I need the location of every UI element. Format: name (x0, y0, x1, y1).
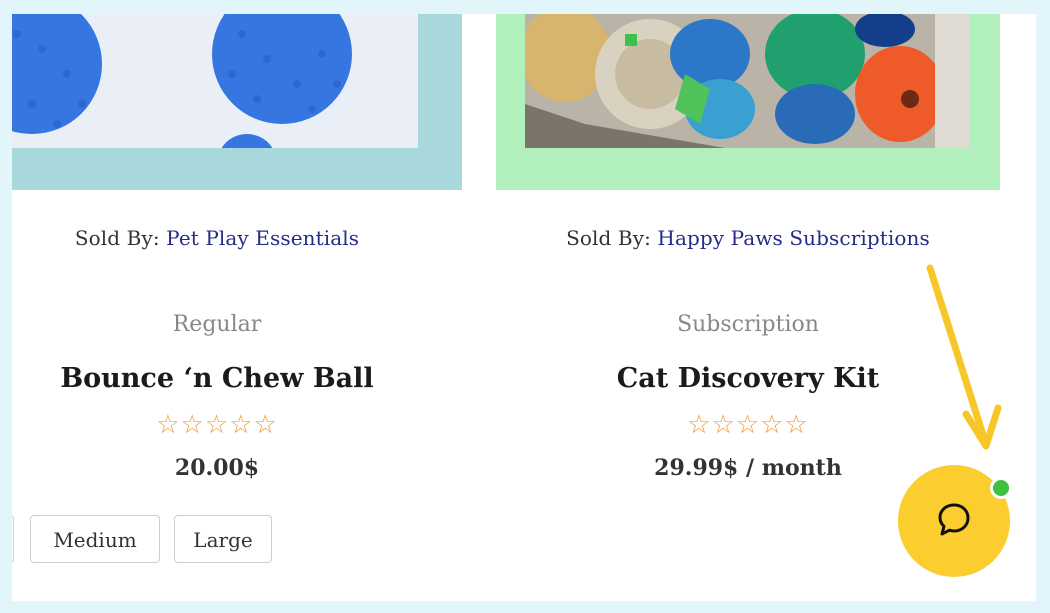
size-button-medium[interactable]: Medium (30, 515, 160, 563)
product-type: Regular (172, 312, 262, 337)
arrow-icon (926, 264, 1002, 450)
chat-bubble-icon (938, 503, 970, 536)
product-image[interactable] (12, 14, 418, 148)
size-button-large[interactable]: Large (174, 515, 272, 563)
online-status-indicator (990, 477, 1012, 499)
product-title[interactable]: Bounce ‘n Chew Ball (12, 363, 422, 394)
star-rating: ☆☆☆☆☆ (156, 410, 278, 440)
product-price: 20.00$ (174, 455, 260, 481)
vendor-link[interactable]: Pet Play Essentials (166, 226, 359, 250)
size-button-small[interactable]: all (12, 515, 14, 563)
product-grid: Sold By: Pet Play Essentials Regular Bou… (12, 14, 1036, 601)
sold-by-line: Sold By: Pet Play Essentials (12, 226, 422, 250)
product-card: Sold By: Pet Play Essentials Regular Bou… (12, 14, 462, 601)
sold-by-line: Sold By: Happy Paws Subscriptions (496, 226, 1000, 250)
vendor-link[interactable]: Happy Paws Subscriptions (657, 226, 929, 250)
product-image-frame (12, 14, 462, 190)
product-image-frame (496, 14, 1000, 190)
product-image[interactable] (525, 14, 969, 148)
sold-by-label: Sold By: (566, 226, 651, 250)
sold-by-label: Sold By: (74, 226, 160, 250)
